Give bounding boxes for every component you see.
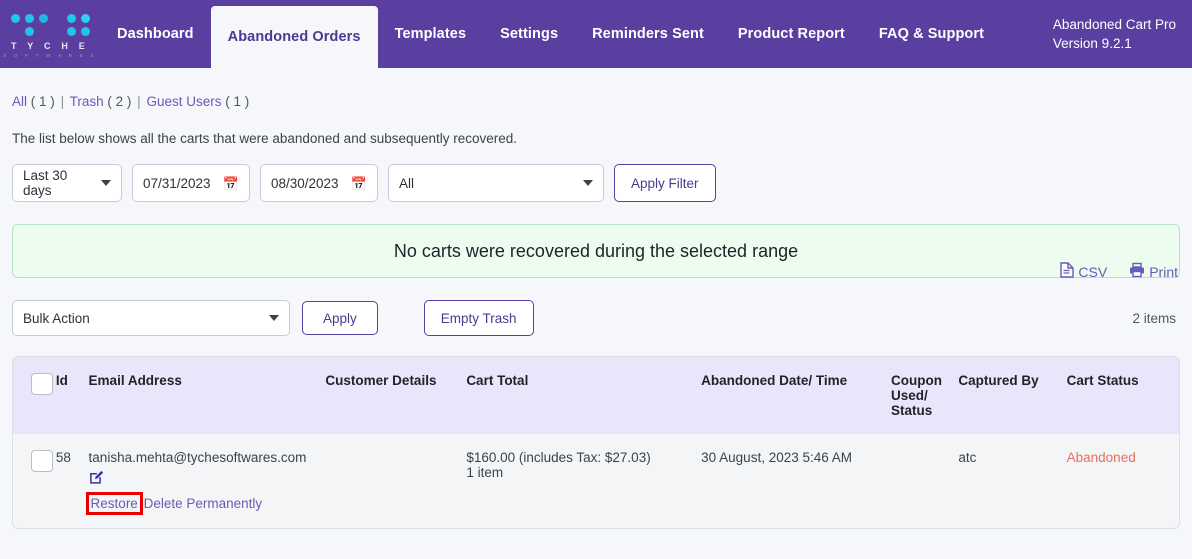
print-button[interactable]: Print	[1129, 262, 1178, 281]
app-header: T Y C H E S O F T W A R E S Dashboard Ab…	[0, 0, 1192, 68]
bulk-action-select[interactable]: Bulk Action	[12, 300, 290, 336]
view-separator-2: |	[137, 94, 141, 109]
delete-permanently-link[interactable]: Delete Permanently	[144, 496, 263, 511]
filter-toolbar: Last 30 days 07/31/2023 📅 08/30/2023 📅 A…	[12, 164, 1180, 202]
print-label: Print	[1149, 263, 1178, 280]
calendar-icon: 📅	[222, 175, 239, 191]
header-cart-total[interactable]: Cart Total	[466, 357, 701, 434]
bulk-action-toolbar: Bulk Action Apply Empty Trash 2 items	[12, 300, 1180, 336]
view-count-trash: ( 2 )	[107, 94, 132, 109]
header-coupon-used-status[interactable]: Coupon Used/ Status	[891, 357, 958, 434]
date-from-value: 07/31/2023	[143, 175, 211, 191]
cell-customer-details	[325, 434, 467, 528]
edit-icon[interactable]	[89, 469, 326, 486]
abandoned-orders-table: Id Email Address Customer Details Cart T…	[12, 356, 1180, 529]
row-actions: Restore Delete Permanently	[85, 492, 326, 515]
header-cart-status[interactable]: Cart Status	[1067, 357, 1179, 434]
logo-subtext: S O F T W A R E S	[3, 53, 97, 58]
view-separator-1: |	[60, 94, 65, 109]
cell-cart-status: Abandoned	[1066, 434, 1179, 528]
apply-bulk-action-button[interactable]: Apply	[302, 301, 378, 335]
table-header-row: Id Email Address Customer Details Cart T…	[13, 357, 1179, 434]
row-select-cell	[13, 434, 56, 528]
status-badge: Abandoned	[1066, 450, 1136, 465]
header-email-address[interactable]: Email Address	[89, 357, 326, 434]
cell-id: 58	[55, 434, 89, 528]
nav-item-dashboard[interactable]: Dashboard	[100, 0, 211, 68]
cell-captured-by: atc	[958, 434, 1067, 528]
export-actions: CSV Print	[1060, 262, 1178, 281]
logo-dots	[10, 14, 90, 36]
status-filter-value: All	[399, 175, 415, 191]
apply-filter-button[interactable]: Apply Filter	[614, 164, 716, 202]
header-select-all	[13, 357, 56, 434]
main-nav: Dashboard Abandoned Orders Templates Set…	[100, 0, 1001, 68]
header-abandoned-date-time[interactable]: Abandoned Date/ Time	[701, 357, 891, 434]
row-checkbox[interactable]	[31, 450, 53, 472]
cell-coupon-used-status	[891, 434, 959, 528]
nav-item-reminders-sent[interactable]: Reminders Sent	[575, 0, 721, 68]
items-count-label: 2 items	[1132, 310, 1176, 326]
header-id[interactable]: Id	[56, 357, 89, 434]
cell-cart-total: $160.00 (includes Tax: $27.03) 1 item	[466, 434, 702, 528]
header-captured-by[interactable]: Captured By	[958, 357, 1066, 434]
view-count-all: ( 1 )	[30, 94, 55, 109]
cell-email-address: tanisha.mehta@tychesoftwares.com Restore…	[85, 434, 326, 528]
recovery-notice-text: No carts were recovered during the selec…	[393, 240, 799, 261]
product-version-info: Abandoned Cart Pro Version 9.2.1	[1053, 15, 1176, 53]
view-link-all[interactable]: All	[12, 94, 27, 109]
view-count-guest-users: ( 1 )	[225, 94, 250, 109]
csv-file-icon	[1060, 262, 1075, 281]
calendar-icon: 📅	[350, 175, 367, 191]
chevron-down-icon	[269, 315, 279, 321]
page-content: All ( 1 ) | Trash ( 2 ) | Guest Users ( …	[0, 94, 1192, 529]
email-text: tanisha.mehta@tychesoftwares.com	[88, 450, 307, 465]
date-from-input[interactable]: 07/31/2023 📅	[132, 164, 250, 202]
printer-icon	[1129, 262, 1145, 281]
date-range-select[interactable]: Last 30 days	[12, 164, 122, 202]
cart-total-value: $160.00 (includes Tax: $27.03)	[466, 450, 651, 465]
recovery-notice: No carts were recovered during the selec…	[12, 224, 1180, 278]
date-range-value: Last 30 days	[23, 168, 68, 198]
header-customer-details[interactable]: Customer Details	[325, 357, 466, 434]
nav-item-settings[interactable]: Settings	[483, 0, 575, 68]
nav-item-abandoned-orders[interactable]: Abandoned Orders	[210, 6, 378, 68]
nav-item-product-report[interactable]: Product Report	[721, 0, 862, 68]
restore-highlight: Restore	[85, 492, 143, 515]
cell-abandoned-date-time: 30 August, 2023 5:46 AM	[701, 434, 892, 528]
page-description: The list below shows all the carts that …	[12, 131, 518, 146]
tyche-softwares-logo: T Y C H E S O F T W A R E S	[0, 0, 100, 68]
table-row: 58 tanisha.mehta@tychesoftwares.com Rest…	[13, 434, 1179, 528]
product-name: Abandoned Cart Pro	[1052, 17, 1176, 32]
logo-wordmark: T Y C H E	[11, 41, 89, 51]
bulk-action-value: Bulk Action	[23, 310, 90, 326]
select-all-checkbox[interactable]	[31, 373, 53, 395]
empty-trash-button[interactable]: Empty Trash	[423, 300, 534, 336]
view-link-trash[interactable]: Trash	[70, 94, 104, 109]
view-filter-links: All ( 1 ) | Trash ( 2 ) | Guest Users ( …	[12, 94, 1180, 109]
chevron-down-icon	[583, 180, 593, 186]
status-filter-select[interactable]: All	[388, 164, 604, 202]
restore-link[interactable]: Restore	[91, 496, 138, 511]
nav-item-faq-support[interactable]: FAQ & Support	[862, 0, 1001, 68]
chevron-down-icon	[101, 180, 111, 186]
nav-item-templates[interactable]: Templates	[378, 0, 484, 68]
date-to-input[interactable]: 08/30/2023 📅	[260, 164, 378, 202]
date-to-value: 08/30/2023	[271, 175, 339, 191]
product-version: Version 9.2.1	[1052, 36, 1132, 51]
export-csv-button[interactable]: CSV	[1060, 262, 1107, 281]
view-link-guest-users[interactable]: Guest Users	[146, 94, 221, 109]
cart-item-count: 1 item	[466, 465, 504, 480]
export-csv-label: CSV	[1078, 263, 1108, 280]
